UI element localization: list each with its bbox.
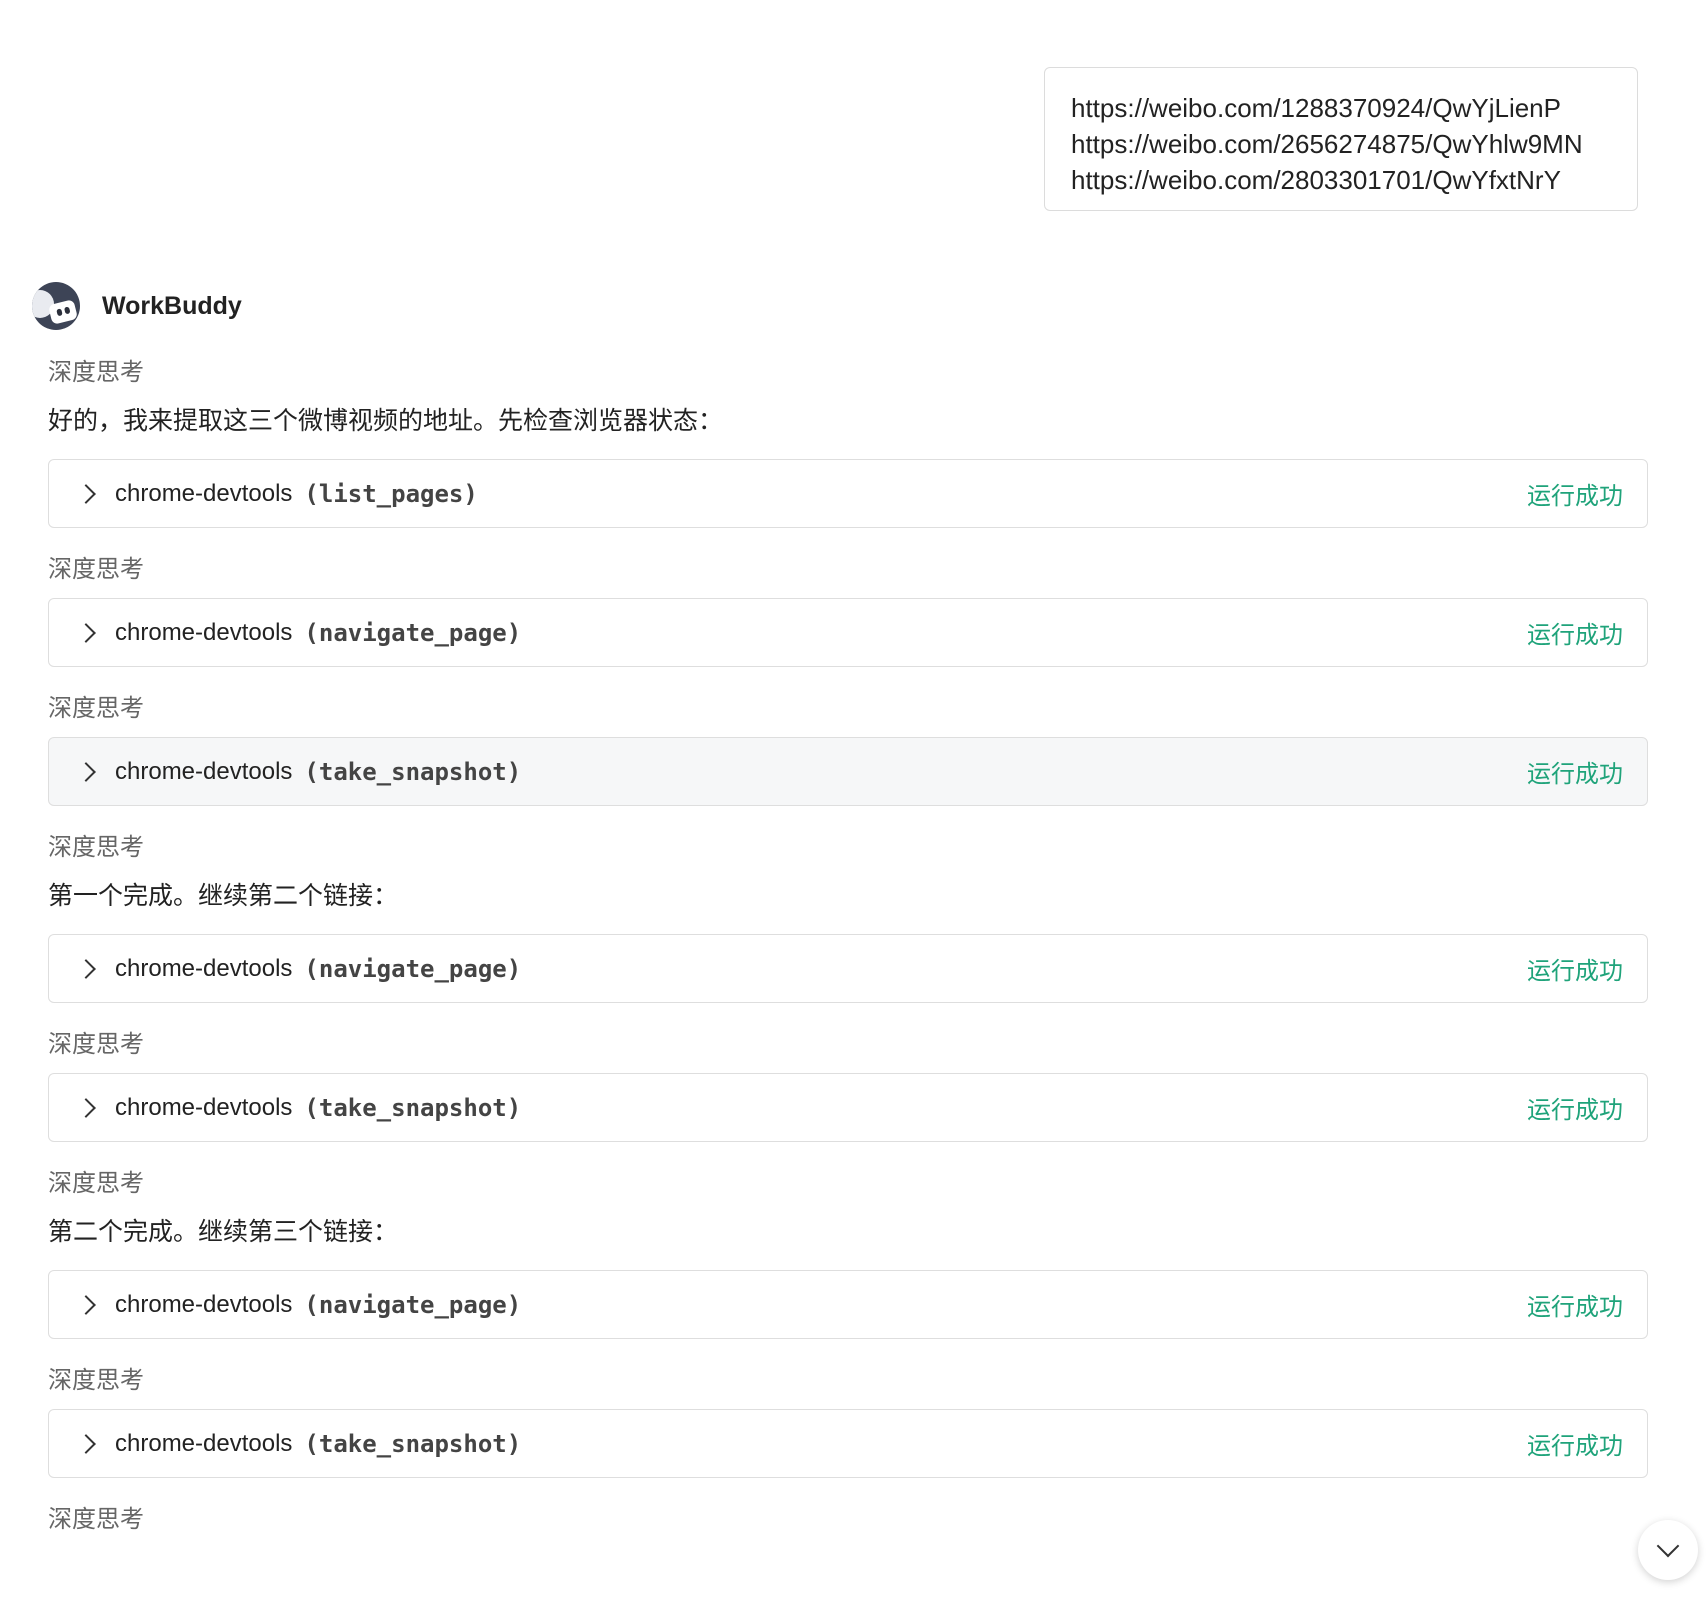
thinking-toggle[interactable]: 深度思考 xyxy=(48,355,1648,391)
status-badge: 运行成功 xyxy=(1527,761,1623,788)
chat-page: https://weibo.com/1288370924/QwYjLienP h… xyxy=(0,0,1708,1624)
tool-function: (navigate_page) xyxy=(304,618,522,647)
tool-function: (take_snapshot) xyxy=(304,757,522,786)
thinking-toggle[interactable]: 深度思考 xyxy=(48,830,1648,866)
thinking-toggle[interactable]: 深度思考 xyxy=(48,1363,1648,1399)
chevron-right-icon xyxy=(76,958,96,979)
tool-name: chrome-devtools xyxy=(115,1093,293,1121)
assistant-message: 第二个完成。继续第三个链接： xyxy=(48,1218,399,1246)
tool-name: chrome-devtools xyxy=(115,1290,293,1318)
status-badge: 运行成功 xyxy=(1527,1097,1623,1124)
tool-function: (navigate_page) xyxy=(304,954,522,983)
tool-function: (take_snapshot) xyxy=(304,1093,522,1122)
user-message-line: https://weibo.com/1288370924/QwYjLienP xyxy=(1071,93,1561,123)
chevron-right-icon xyxy=(76,622,96,643)
chevron-right-icon xyxy=(76,1433,96,1454)
user-message-line: https://weibo.com/2803301701/QwYfxtNrY xyxy=(1071,165,1561,195)
scroll-to-bottom-button[interactable] xyxy=(1638,1520,1698,1580)
user-message-line: https://weibo.com/2656274875/QwYhlw9MN xyxy=(1071,129,1583,159)
thinking-toggle[interactable]: 深度思考 xyxy=(48,1027,1648,1063)
chevron-down-icon xyxy=(1656,1534,1680,1558)
tool-call-card[interactable]: chrome-devtools (navigate_page) 运行成功 xyxy=(48,598,1648,667)
tool-call-card[interactable]: chrome-devtools (navigate_page) 运行成功 xyxy=(48,934,1648,1003)
assistant-response: 深度思考 好的，我来提取这三个微博视频的地址。先检查浏览器状态： chrome-… xyxy=(48,355,1648,1548)
assistant-message: 好的，我来提取这三个微博视频的地址。先检查浏览器状态： xyxy=(48,407,724,435)
tool-name: chrome-devtools xyxy=(115,954,293,982)
thinking-toggle[interactable]: 深度思考 xyxy=(48,1502,1648,1538)
status-badge: 运行成功 xyxy=(1527,1294,1623,1321)
assistant-name: WorkBuddy xyxy=(102,291,242,320)
tool-name: chrome-devtools xyxy=(115,757,293,785)
chevron-right-icon xyxy=(76,483,96,504)
thinking-toggle[interactable]: 深度思考 xyxy=(48,691,1648,727)
chevron-right-icon xyxy=(76,1294,96,1315)
thinking-toggle[interactable]: 深度思考 xyxy=(48,552,1648,588)
avatar xyxy=(32,282,80,330)
user-message-bubble: https://weibo.com/1288370924/QwYjLienP h… xyxy=(1044,67,1638,211)
tool-call-card[interactable]: chrome-devtools (take_snapshot) 运行成功 xyxy=(48,737,1648,806)
tool-function: (take_snapshot) xyxy=(304,1429,522,1458)
tool-function: (list_pages) xyxy=(304,479,478,508)
status-badge: 运行成功 xyxy=(1527,1433,1623,1460)
tool-name: chrome-devtools xyxy=(115,1429,293,1457)
tool-call-card[interactable]: chrome-devtools (take_snapshot) 运行成功 xyxy=(48,1073,1648,1142)
status-badge: 运行成功 xyxy=(1527,622,1623,649)
thinking-toggle[interactable]: 深度思考 xyxy=(48,1166,1648,1202)
assistant-header: WorkBuddy xyxy=(32,282,242,330)
tool-function: (navigate_page) xyxy=(304,1290,522,1319)
assistant-message: 第一个完成。继续第二个链接： xyxy=(48,882,399,910)
chevron-right-icon xyxy=(76,1097,96,1118)
tool-name: chrome-devtools xyxy=(115,618,293,646)
tool-call-card[interactable]: chrome-devtools (navigate_page) 运行成功 xyxy=(48,1270,1648,1339)
tool-name: chrome-devtools xyxy=(115,479,293,507)
status-badge: 运行成功 xyxy=(1527,483,1623,510)
status-badge: 运行成功 xyxy=(1527,958,1623,985)
tool-call-card[interactable]: chrome-devtools (take_snapshot) 运行成功 xyxy=(48,1409,1648,1478)
tool-call-card[interactable]: chrome-devtools (list_pages) 运行成功 xyxy=(48,459,1648,528)
chevron-right-icon xyxy=(76,761,96,782)
